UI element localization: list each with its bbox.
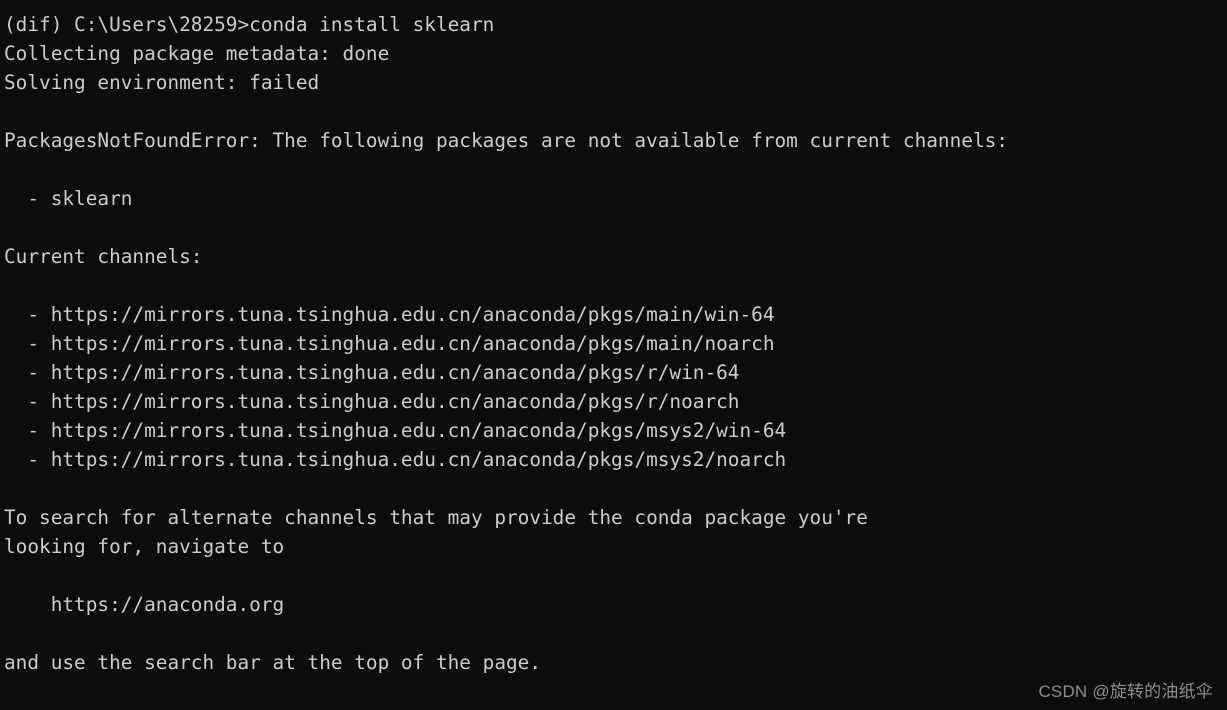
terminal-line-hint-2: looking for, navigate to [4, 535, 285, 558]
terminal-line-packages-not-found-error: PackagesNotFoundError: The following pac… [4, 129, 1008, 152]
terminal-line-channel-r-win64: - https://mirrors.tuna.tsinghua.edu.cn/a… [4, 361, 740, 384]
terminal-line-channel-r-noarch: - https://mirrors.tuna.tsinghua.edu.cn/a… [4, 390, 740, 413]
terminal-line-hint-3: and use the search bar at the top of the… [4, 651, 542, 674]
terminal-line-anaconda-url: https://anaconda.org [4, 593, 285, 616]
terminal-line-missing-package-sklearn: - sklearn [4, 187, 133, 210]
terminal-line-solving-environment: Solving environment: failed [4, 71, 320, 94]
terminal-line-collecting-metadata: Collecting package metadata: done [4, 42, 390, 65]
terminal-line-channel-main-win64: - https://mirrors.tuna.tsinghua.edu.cn/a… [4, 303, 775, 326]
terminal-window[interactable]: (dif) C:\Users\28259>conda install sklea… [0, 0, 1227, 710]
terminal-line-current-channels-heading: Current channels: [4, 245, 203, 268]
terminal-line-channel-msys2-noarch: - https://mirrors.tuna.tsinghua.edu.cn/a… [4, 448, 787, 471]
terminal-line-prompt-command: (dif) C:\Users\28259>conda install sklea… [4, 13, 495, 36]
terminal-line-channel-main-noarch: - https://mirrors.tuna.tsinghua.edu.cn/a… [4, 332, 775, 355]
csdn-watermark: CSDN @旋转的油纸伞 [1038, 682, 1213, 701]
terminal-line-channel-msys2-win64: - https://mirrors.tuna.tsinghua.edu.cn/a… [4, 419, 787, 442]
terminal-line-hint-1: To search for alternate channels that ma… [4, 506, 868, 529]
